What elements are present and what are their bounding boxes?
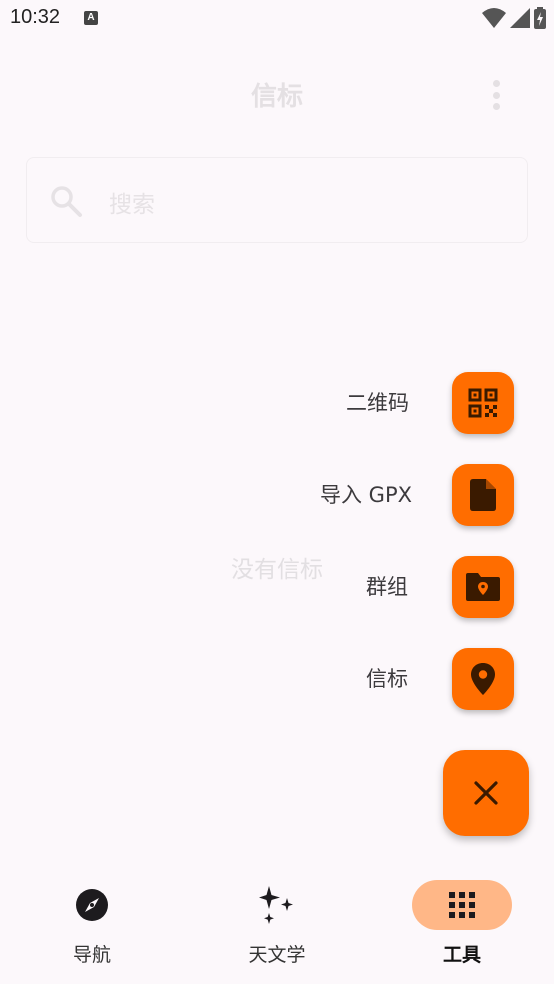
- signal-icon: [510, 8, 530, 28]
- location-pin-icon: [471, 663, 495, 695]
- speed-dial-label-group[interactable]: 群组: [352, 564, 422, 610]
- nav-label-astronomy: 天文学: [248, 944, 306, 966]
- group-button[interactable]: [452, 556, 514, 618]
- search-icon: [51, 186, 82, 217]
- nav-icon-container: [42, 880, 142, 930]
- more-vert-icon[interactable]: [484, 80, 508, 110]
- search-field[interactable]: 搜索: [26, 157, 528, 243]
- compass-icon: [76, 889, 108, 921]
- status-time: 10:32: [10, 6, 61, 28]
- nav-item-navigation[interactable]: 导航: [0, 860, 184, 984]
- speed-dial-label-import-gpx[interactable]: 导入 GPX: [306, 472, 426, 518]
- nav-icon-container: [227, 880, 327, 930]
- wifi-icon: [482, 8, 506, 28]
- folder-location-icon: [466, 573, 500, 601]
- nav-item-tools[interactable]: 工具: [370, 860, 554, 984]
- battery-charging-icon: [534, 7, 546, 29]
- file-icon: [470, 479, 496, 511]
- status-bar: 10:32 A: [0, 0, 554, 38]
- status-icons: [482, 7, 546, 29]
- nav-label-tools: 工具: [442, 944, 481, 966]
- top-app-bar: 信标: [0, 38, 554, 154]
- beacon-button[interactable]: [452, 648, 514, 710]
- a-icon: A: [84, 11, 98, 25]
- speed-dial-label-qr[interactable]: 二维码: [332, 380, 423, 426]
- bottom-navigation: 导航 天文学 工具: [0, 860, 554, 984]
- sparkle-icon: [259, 886, 293, 924]
- qr-code-icon: [468, 388, 498, 418]
- nav-label-navigation: 导航: [72, 944, 111, 966]
- page-title: 信标: [250, 82, 303, 112]
- search-placeholder: 搜索: [109, 192, 155, 218]
- grid-icon: [449, 892, 475, 918]
- close-speed-dial-button[interactable]: [443, 750, 529, 836]
- import-gpx-button[interactable]: [452, 464, 514, 526]
- nav-active-indicator: [412, 880, 512, 930]
- close-icon: [474, 781, 498, 805]
- qr-code-button[interactable]: [452, 372, 514, 434]
- speed-dial-label-beacon[interactable]: 信标: [352, 656, 422, 702]
- beacon-list-page: 信标 搜索 没有信标: [0, 38, 554, 860]
- nav-item-astronomy[interactable]: 天文学: [185, 860, 369, 984]
